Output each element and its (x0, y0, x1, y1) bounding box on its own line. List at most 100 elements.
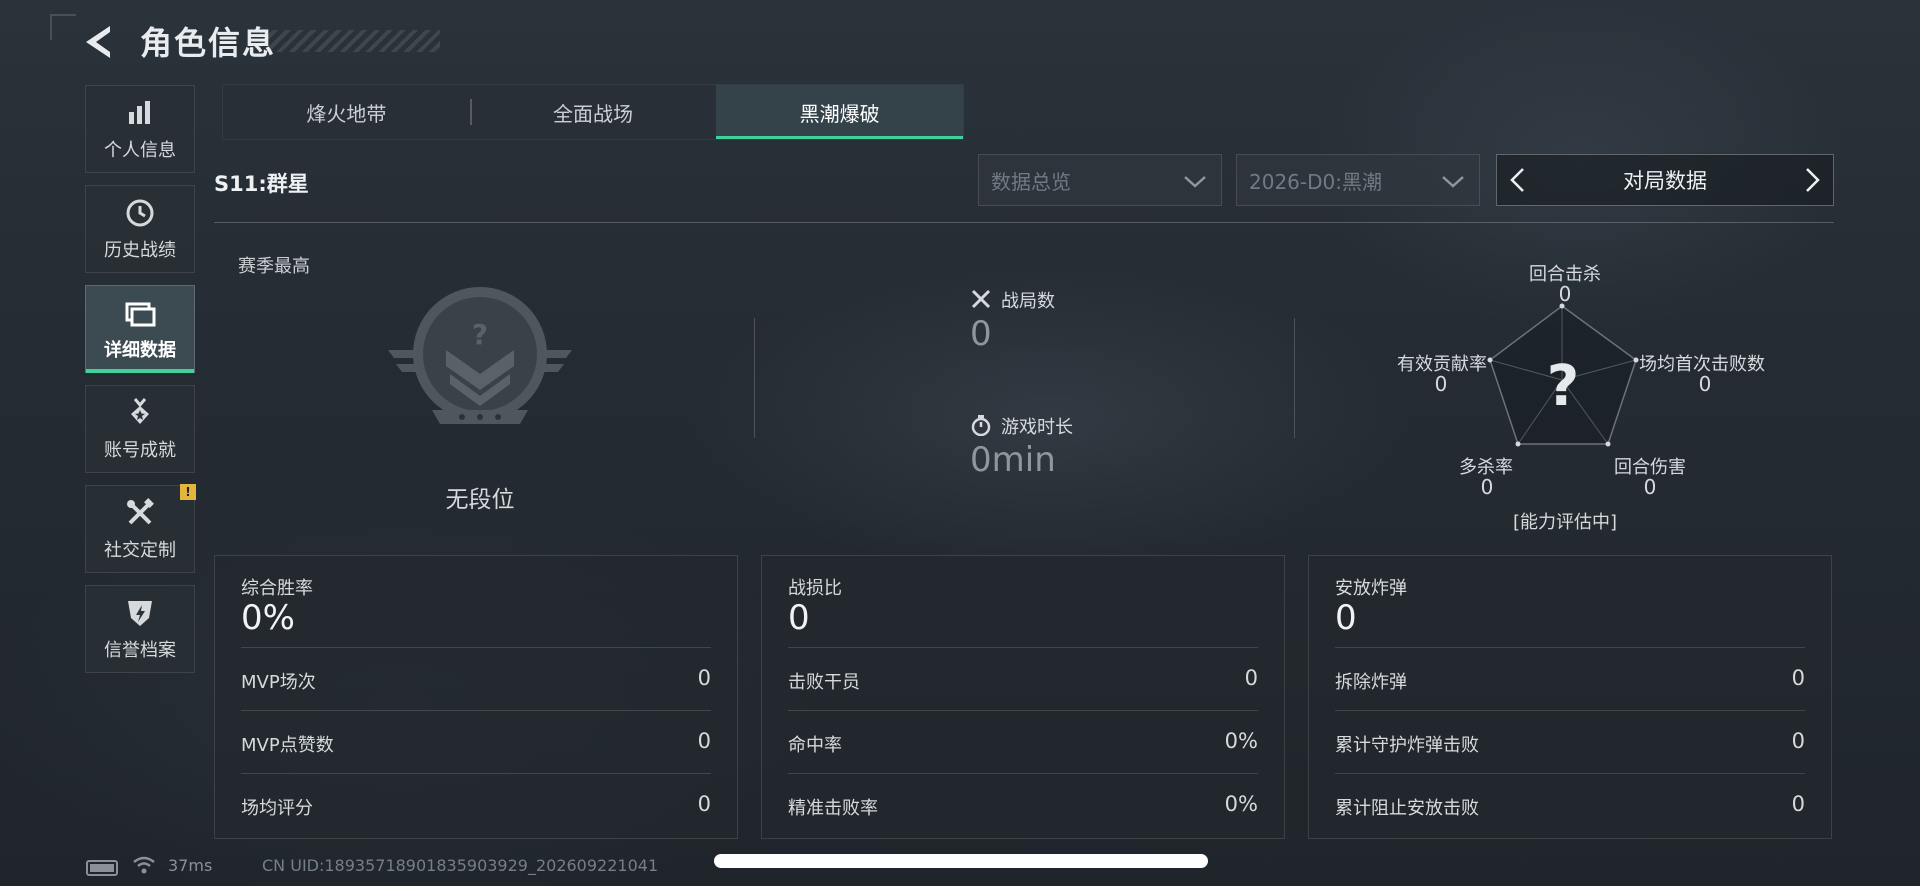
stat-row: 击败干员 0 (788, 647, 1258, 711)
sidebar-item-label: 个人信息 (104, 140, 176, 161)
stat-row: 拆除炸弹 0 (1335, 647, 1805, 711)
panel-value: 0% (241, 598, 295, 638)
data-view-value: 数据总览 (991, 169, 1071, 194)
crossed-swords-icon (971, 289, 991, 309)
stat-row: 累计守护炸弹击败 0 (1335, 710, 1805, 774)
matches-value: 0 (970, 314, 992, 354)
panel-value: 0 (788, 598, 810, 638)
radar-point (1605, 441, 1611, 447)
page-title: 角色信息 (140, 24, 277, 62)
stat-value: 0 (697, 666, 711, 690)
rank-emblem-icon: ? (388, 287, 572, 424)
data-view-dropdown[interactable]: 数据总览 (978, 154, 1222, 206)
bar-chart-icon (129, 101, 150, 124)
panel-value: 0 (1335, 598, 1357, 638)
stat-value: 0 (1244, 666, 1258, 690)
battery-icon (86, 860, 118, 876)
tab-blacktide-demolition[interactable]: 黑潮爆破 (716, 85, 964, 139)
sidebar-item-label: 详细数据 (104, 340, 176, 361)
season-high-label: 赛季最高 (238, 256, 310, 277)
stat-category-switcher: 对局数据 (1496, 154, 1834, 206)
stat-row: MVP点赞数 0 (241, 710, 711, 774)
stats-panel-kd: 战损比 0 击败干员 0 命中率 0% 精准击败率 0% (761, 555, 1285, 839)
radar-value: 0 (1698, 372, 1712, 396)
tab-warzone[interactable]: 烽火地带 (223, 85, 470, 139)
stat-row: MVP场次 0 (241, 647, 711, 711)
radar-value: 0 (1434, 372, 1448, 396)
ping-value: 37ms (168, 856, 213, 875)
stat-row: 命中率 0% (788, 710, 1258, 774)
stats-panel-bomb: 安放炸弹 0 拆除炸弹 0 累计守护炸弹击败 0 累计阻止安放击败 0 (1308, 555, 1832, 839)
stopwatch-icon (971, 415, 991, 436)
stat-label: 累计阻止安放击败 (1335, 798, 1479, 819)
divider (1294, 318, 1295, 438)
sidebar-item-achievements[interactable]: 账号成就 (85, 385, 195, 473)
stats-panel-winrate: 综合胜率 0% MVP场次 0 MVP点赞数 0 场均评分 0 (214, 555, 738, 839)
chevron-left-icon[interactable] (1503, 165, 1533, 195)
sidebar-item-history[interactable]: 历史战绩 (85, 185, 195, 273)
radar-center-mark: ? (1547, 354, 1579, 419)
sidebar-item-label: 信誉档案 (104, 640, 176, 661)
shield-icon (128, 601, 152, 626)
wifi-icon (133, 856, 155, 874)
radar-value: 0 (1480, 475, 1494, 499)
sidebar-item-label: 社交定制 (104, 540, 176, 561)
emblem-mark: ? (472, 318, 488, 351)
medal-icon (131, 398, 149, 424)
title-decoration (260, 30, 440, 52)
divider (214, 222, 1834, 223)
stat-label: 拆除炸弹 (1335, 672, 1407, 693)
stat-label: MVP场次 (241, 672, 316, 693)
stat-label: MVP点赞数 (241, 735, 334, 756)
stat-label: 击败干员 (788, 672, 860, 693)
chevron-right-icon[interactable] (1797, 165, 1827, 195)
stat-value: 0 (697, 792, 711, 816)
sidebar-item-label: 账号成就 (104, 440, 176, 461)
stat-value: 0% (1224, 792, 1258, 816)
panel-title: 安放炸弹 (1335, 578, 1407, 599)
alert-badge: ! (180, 484, 196, 500)
stat-category-label: 对局数据 (1623, 169, 1707, 193)
sidebar-item-personal-info[interactable]: 个人信息 (85, 85, 195, 173)
sidebar-item-label: 历史战绩 (104, 240, 176, 261)
stat-label: 累计守护炸弹击败 (1335, 735, 1479, 756)
folder-icon (125, 302, 156, 327)
sidebar-item-reputation[interactable]: 信誉档案 (85, 585, 195, 673)
radar-value: 0 (1643, 475, 1657, 499)
rank-label: 无段位 (445, 487, 515, 513)
stat-label: 精准击败率 (788, 798, 878, 819)
home-indicator[interactable] (714, 854, 1208, 868)
uid-label: CN UID:18935718901835903929_202609221041 (262, 856, 659, 875)
season-select-value: 2026-D0:黑潮 (1249, 169, 1382, 194)
radar-value: 0 (1558, 282, 1572, 306)
corner-decoration (50, 14, 76, 40)
mode-tabs: 烽火地带 全面战场 黑潮爆破 (222, 84, 964, 140)
chevron-down-icon (1184, 176, 1206, 188)
stat-row: 累计阻止安放击败 0 (1335, 773, 1805, 837)
stat-label: 场均评分 (241, 798, 313, 819)
matches-label: 战局数 (1001, 291, 1055, 312)
stat-value: 0 (1791, 792, 1805, 816)
season-label: S11:群星 (214, 172, 309, 196)
radar-point (1633, 357, 1639, 363)
stat-row: 场均评分 0 (241, 773, 711, 837)
radar-status: [能力评估中] (1512, 512, 1618, 533)
playtime-value: 0min (970, 440, 1056, 480)
tab-full-battlefield[interactable]: 全面战场 (469, 85, 717, 139)
panel-title: 综合胜率 (241, 578, 313, 599)
back-arrow-icon[interactable] (80, 22, 120, 62)
panel-title: 战损比 (788, 578, 842, 599)
ability-radar-chart: ? (1487, 303, 1639, 447)
stat-value: 0 (1791, 666, 1805, 690)
stat-row: 精准击败率 0% (788, 773, 1258, 837)
season-dropdown[interactable]: 2026-D0:黑潮 (1236, 154, 1480, 206)
history-icon (126, 199, 154, 227)
stat-value: 0 (697, 729, 711, 753)
sidebar-item-detailed-data[interactable]: 详细数据 (85, 285, 195, 373)
stat-value: 0% (1224, 729, 1258, 753)
radar-point (1515, 441, 1521, 447)
sidebar-item-social-custom[interactable]: 社交定制 ! (85, 484, 196, 573)
tools-icon (127, 498, 154, 525)
divider (754, 318, 755, 438)
chevron-down-icon (1442, 176, 1464, 188)
